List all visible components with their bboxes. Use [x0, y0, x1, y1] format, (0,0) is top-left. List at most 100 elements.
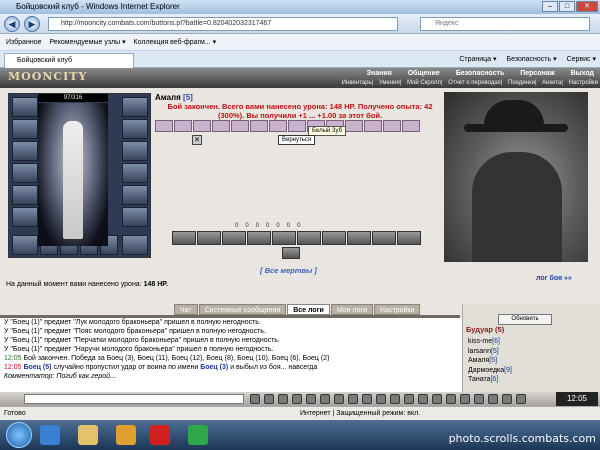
toolbar-icon[interactable] — [362, 394, 372, 404]
back-arrow-icon[interactable]: ◀ — [4, 16, 20, 32]
equipment-slot[interactable] — [122, 207, 148, 227]
tab-system[interactable]: Системные сообщения — [198, 304, 287, 315]
player-item[interactable]: Таната[6] — [468, 375, 512, 385]
submenu-profile[interactable]: Анкета — [542, 80, 561, 86]
loot-item[interactable] — [269, 120, 287, 132]
toolbar-icon[interactable] — [502, 394, 512, 404]
equipment-slot[interactable] — [12, 235, 38, 255]
equipment-slot[interactable] — [122, 97, 148, 117]
skill-button[interactable] — [172, 231, 196, 245]
ie-icon[interactable] — [40, 425, 60, 445]
browser-tab[interactable]: Бойцовский клуб — [4, 53, 134, 68]
menu-exit[interactable]: Выход — [571, 70, 594, 77]
menu-communication[interactable]: Общение — [408, 70, 440, 77]
start-button[interactable] — [6, 422, 32, 448]
maximize-button[interactable]: □ — [559, 1, 575, 12]
tools-menu[interactable]: Сервис ▾ — [567, 56, 596, 63]
submenu-skills[interactable]: Умения — [379, 80, 400, 86]
submenu-transfers[interactable]: Отчет о переводах — [448, 80, 501, 86]
skill-button[interactable] — [322, 231, 346, 245]
menu-character[interactable]: Персонаж — [520, 70, 554, 77]
minimize-button[interactable]: – — [542, 1, 558, 12]
player-item[interactable]: larsann[5] — [468, 347, 512, 357]
toolbar-icon[interactable] — [250, 394, 260, 404]
toolbar-icon[interactable] — [432, 394, 442, 404]
toolbar-icon[interactable] — [278, 394, 288, 404]
equipment-slot[interactable] — [122, 163, 148, 183]
toolbar-icon[interactable] — [348, 394, 358, 404]
return-button[interactable]: Вернуться — [278, 135, 316, 145]
battle-log-link[interactable]: лог боя »» — [536, 275, 572, 282]
equipment-slot[interactable] — [122, 235, 148, 255]
loot-item[interactable] — [345, 120, 363, 132]
submenu-inventory[interactable]: Инвентарь — [342, 80, 372, 86]
skill-button[interactable] — [397, 231, 421, 245]
skill-button[interactable] — [247, 231, 271, 245]
equipment-slot[interactable] — [12, 185, 38, 205]
skill-button[interactable] — [222, 231, 246, 245]
loot-item[interactable] — [212, 120, 230, 132]
player-item[interactable]: Дармоедка[9] — [468, 366, 512, 376]
toolbar-icon[interactable] — [306, 394, 316, 404]
chat-client-icon[interactable] — [188, 425, 208, 445]
loot-item[interactable] — [231, 120, 249, 132]
skill-button[interactable] — [197, 231, 221, 245]
refresh-button[interactable]: Обновить — [498, 314, 552, 325]
loot-item[interactable] — [402, 120, 420, 132]
submenu-fights[interactable]: Поединки — [508, 80, 535, 86]
toolbar-icon[interactable] — [320, 394, 330, 404]
toolbar-icon[interactable] — [334, 394, 344, 404]
opera-icon[interactable] — [150, 425, 170, 445]
toolbar-icon[interactable] — [264, 394, 274, 404]
menu-security[interactable]: Безопасность — [456, 70, 505, 77]
equipment-slot[interactable] — [12, 119, 38, 139]
toolbar-icon[interactable] — [460, 394, 470, 404]
toolbar-icon[interactable] — [292, 394, 302, 404]
player-item[interactable]: kiss-me[6] — [468, 337, 512, 347]
skill-button[interactable] — [372, 231, 396, 245]
loot-item[interactable] — [250, 120, 268, 132]
media-player-icon[interactable] — [116, 425, 136, 445]
folder-icon[interactable] — [78, 425, 98, 445]
skill-button[interactable] — [297, 231, 321, 245]
player-item[interactable]: Амаля[5] — [468, 356, 512, 366]
loot-item[interactable] — [383, 120, 401, 132]
loot-item[interactable] — [155, 120, 173, 132]
equipment-slot[interactable] — [12, 97, 38, 117]
url-input[interactable]: http://mooncity.combats.com/buttons.pl?b… — [48, 17, 398, 31]
loot-item[interactable] — [174, 120, 192, 132]
chat-input[interactable] — [24, 394, 244, 404]
equipment-slot[interactable] — [122, 141, 148, 161]
search-input[interactable]: Яндекс — [420, 17, 590, 31]
loot-item[interactable] — [364, 120, 382, 132]
toolbar-icon[interactable] — [488, 394, 498, 404]
scroll-slot[interactable] — [282, 247, 300, 259]
favorites-item[interactable]: Рекомендуемые узлы ▾ — [49, 39, 125, 46]
menu-knowledge[interactable]: Знания — [367, 70, 392, 77]
forward-arrow-icon[interactable]: ▶ — [24, 16, 40, 32]
favorites-button[interactable]: Избранное — [6, 39, 41, 46]
equipment-slot[interactable] — [12, 163, 38, 183]
favorites-item[interactable]: Коллекция веб-фрагм... ▾ — [134, 39, 217, 46]
skill-button[interactable] — [347, 231, 371, 245]
toolbar-icon[interactable] — [404, 394, 414, 404]
equipment-slot[interactable] — [122, 185, 148, 205]
close-button[interactable]: ✕ — [576, 1, 598, 12]
loot-item[interactable] — [288, 120, 306, 132]
skill-button[interactable] — [272, 231, 296, 245]
safety-menu[interactable]: Безопасность ▾ — [506, 56, 556, 63]
equipment-slot[interactable] — [12, 207, 38, 227]
page-menu[interactable]: Страница ▾ — [459, 56, 496, 63]
tab-my-logs[interactable]: Мои логи — [330, 304, 374, 315]
toolbar-icon[interactable] — [474, 394, 484, 404]
toolbar-icon[interactable] — [390, 394, 400, 404]
toolbar-icon[interactable] — [516, 394, 526, 404]
loot-item[interactable] — [193, 120, 211, 132]
tab-all-logs[interactable]: Все логи — [287, 304, 330, 315]
toolbar-icon[interactable] — [446, 394, 456, 404]
equipment-slot[interactable] — [12, 141, 38, 161]
toolbar-icon[interactable] — [376, 394, 386, 404]
tab-chat[interactable]: Чат — [174, 304, 198, 315]
submenu-settings[interactable]: Настройки — [569, 80, 598, 86]
equipment-slot[interactable] — [122, 119, 148, 139]
